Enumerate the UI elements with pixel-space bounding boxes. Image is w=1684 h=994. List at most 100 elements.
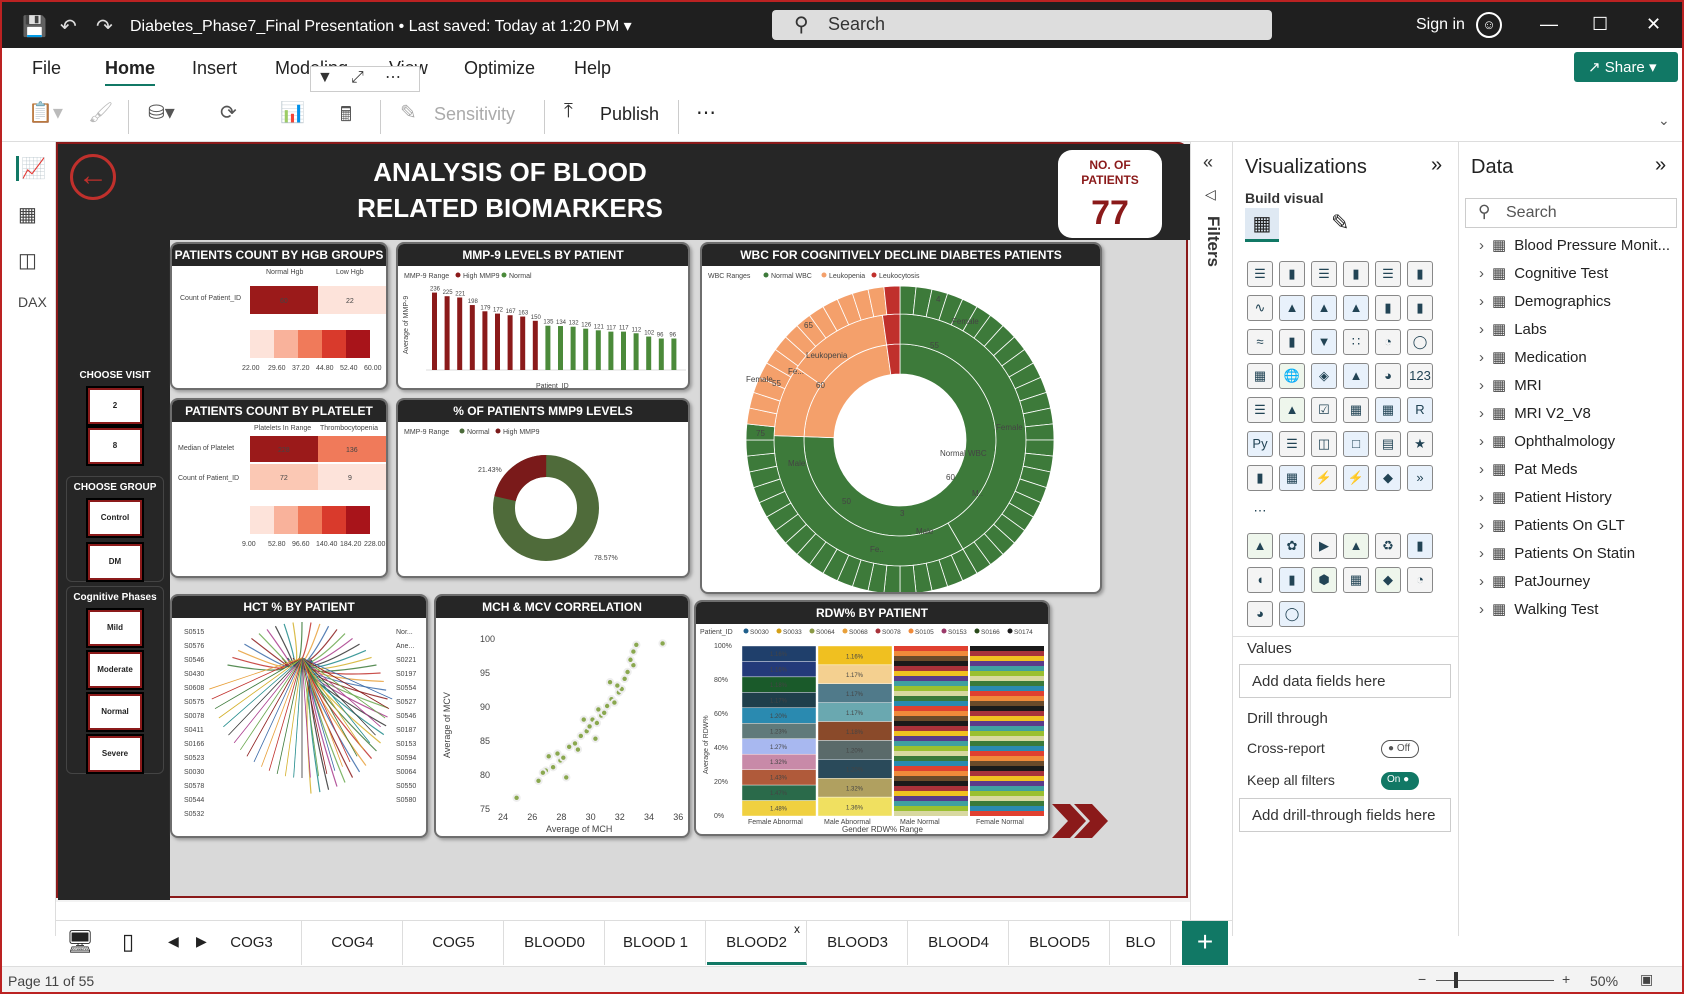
custom-visual-8-icon[interactable]: ▮ <box>1279 567 1305 593</box>
page-tab[interactable]: BLO <box>1111 921 1171 965</box>
cross-report-toggle[interactable]: ● Off <box>1381 740 1419 758</box>
chevron-visual-icon[interactable]: » <box>1407 465 1433 491</box>
more-visuals-icon[interactable]: ⋯ <box>1247 499 1273 525</box>
paste-icon[interactable]: 📋▾ <box>28 100 63 125</box>
custom-visual-2-icon[interactable]: ✿ <box>1279 533 1305 559</box>
report-icon[interactable]: ▮ <box>1247 465 1273 491</box>
slicer-icon[interactable]: ☑ <box>1311 397 1337 423</box>
mobile-layout-icon[interactable]: ▯ <box>122 929 134 955</box>
paginated-icon[interactable]: ▤ <box>1375 431 1401 457</box>
card-icon[interactable]: 123 <box>1407 363 1433 389</box>
platelet-card[interactable]: PATIENTS COUNT BY PLATELET RANGE Platele… <box>170 398 388 578</box>
desktop-layout-icon[interactable]: 🖥 <box>66 929 94 955</box>
publish-icon[interactable]: ⤒ <box>564 100 573 123</box>
data-table-item[interactable]: › ▦ Medication <box>1479 348 1675 366</box>
funnel-icon[interactable]: ▼ <box>1311 329 1337 355</box>
menu-home[interactable]: Home <box>105 58 156 87</box>
fit-page-icon[interactable]: ▣ <box>1640 971 1653 988</box>
minimize-icon[interactable]: — <box>1540 14 1558 35</box>
visit-slicer-item[interactable]: 2 <box>86 386 144 426</box>
mch-card[interactable]: MCH & MCV CORRELATION Average of MCH Ave… <box>434 594 690 838</box>
page-tab[interactable]: BLOOD3 <box>808 921 908 965</box>
stacked-column-icon[interactable]: ▮ <box>1279 261 1305 287</box>
data-table-item[interactable]: › ▦ MRI <box>1479 376 1675 394</box>
filter-icon[interactable]: ▼ <box>317 69 333 87</box>
zoom-slider-thumb[interactable] <box>1454 972 1458 988</box>
scatter-icon[interactable]: ∷ <box>1343 329 1369 355</box>
goals-icon[interactable]: ★ <box>1407 431 1433 457</box>
line-chart-icon[interactable]: ∿ <box>1247 295 1273 321</box>
keep-filters-toggle[interactable]: On ● <box>1381 772 1419 790</box>
data-table-item[interactable]: › ▦ PatJourney <box>1479 572 1675 590</box>
page-tab[interactable]: BLOOD4 <box>909 921 1009 965</box>
report-canvas[interactable]: ← CHOOSE VISIT 2 8 CHOOSE GROUP Control … <box>56 142 1190 902</box>
ribbon-chart-icon[interactable]: ≈ <box>1247 329 1273 355</box>
save-icon[interactable]: 💾 <box>22 14 47 39</box>
group-slicer-item[interactable]: DM <box>86 542 144 582</box>
prev-page-icon[interactable]: ◀ <box>168 933 179 950</box>
filled-map-icon[interactable]: ◈ <box>1311 363 1337 389</box>
model-view-icon[interactable]: ◫ <box>18 248 37 273</box>
next-page-arrows[interactable] <box>1052 804 1116 838</box>
custom-visual-4-icon[interactable]: ▲ <box>1343 533 1369 559</box>
phase-slicer-item[interactable]: Severe <box>86 734 144 774</box>
dax-view-icon[interactable]: DAX <box>18 294 47 310</box>
custom-visual-3-icon[interactable]: ▶ <box>1311 533 1337 559</box>
custom-visual-12-icon[interactable]: ◔ <box>1407 567 1433 593</box>
undo-icon[interactable]: ↶ <box>60 14 77 39</box>
data-table-item[interactable]: › ▦ MRI V2_V8 <box>1479 404 1675 422</box>
data-search-input[interactable]: ⚲ Search <box>1465 198 1677 228</box>
filters-pane-collapsed[interactable]: « ◁ Filters <box>1190 142 1232 936</box>
100-area-icon[interactable]: ▲ <box>1343 295 1369 321</box>
hgb-card[interactable]: PATIENTS COUNT BY HGB GROUPS Normal Hgb … <box>170 242 388 390</box>
format-painter-icon[interactable]: 🖌 <box>88 100 113 125</box>
group-slicer-item[interactable]: Control <box>86 498 144 538</box>
python-visual-icon[interactable]: Py <box>1247 431 1273 457</box>
map-icon[interactable]: 🌐 <box>1279 363 1305 389</box>
table-icon[interactable]: ▦ <box>1343 397 1369 423</box>
qa-icon[interactable]: □ <box>1343 431 1369 457</box>
page-tab[interactable]: COG4 <box>303 921 403 965</box>
100-bar-icon[interactable]: ☰ <box>1375 261 1401 287</box>
visit-slicer-item[interactable]: 8 <box>86 426 144 466</box>
new-visual-icon[interactable]: 📊 <box>280 100 305 125</box>
patients-kpi-card[interactable]: NO. OF PATIENTS 77 <box>1058 150 1162 238</box>
search-input[interactable]: ⚲ Search <box>772 10 1272 40</box>
custom-visual-1-icon[interactable]: ▲ <box>1247 533 1273 559</box>
close-tab-icon[interactable]: x <box>794 907 800 951</box>
page-tab[interactable]: COG5 <box>404 921 504 965</box>
data-table-item[interactable]: › ▦ Cognitive Test <box>1479 264 1675 282</box>
page-tab[interactable]: BLOOD5 <box>1010 921 1110 965</box>
page-tab[interactable]: BLOOD 1 <box>606 921 706 965</box>
custom-visual-9-icon[interactable]: ⬢ <box>1311 567 1337 593</box>
kpi-icon[interactable]: ▲ <box>1279 397 1305 423</box>
page-tab[interactable]: COG3 <box>202 921 302 965</box>
wbc-card[interactable]: WBC FOR COGNITIVELY DECLINE DIABETES PAT… <box>700 242 1102 594</box>
data-table-item[interactable]: › ▦ Labs <box>1479 320 1675 338</box>
r-visual-icon[interactable]: R <box>1407 397 1433 423</box>
table-view-icon[interactable]: ▦ <box>18 202 37 227</box>
collapse-data-icon[interactable]: » <box>1655 154 1666 177</box>
more-options-icon[interactable]: ⋯ <box>696 100 716 125</box>
clustered-column-icon[interactable]: ▮ <box>1343 261 1369 287</box>
100-column-icon[interactable]: ▮ <box>1407 261 1433 287</box>
multirow-card-icon[interactable]: ☰ <box>1247 397 1273 423</box>
menu-insert[interactable]: Insert <box>192 58 237 79</box>
pie-icon[interactable]: ◔ <box>1375 329 1401 355</box>
area-chart-icon[interactable]: ▲ <box>1279 295 1305 321</box>
rdw-card[interactable]: RDW% BY PATIENT Patient_ID Gender RDW% R… <box>694 600 1050 836</box>
data-table-item[interactable]: › ▦ Blood Pressure Monit... <box>1479 236 1675 254</box>
custom-visual-13-icon[interactable]: ◕ <box>1247 601 1273 627</box>
menu-help[interactable]: Help <box>574 58 611 79</box>
custom-visual-7-icon[interactable]: ◖ <box>1247 567 1273 593</box>
data-table-item[interactable]: › ▦ Ophthalmology <box>1479 432 1675 450</box>
stacked-bar-icon[interactable]: ☰ <box>1247 261 1273 287</box>
data-table-item[interactable]: › ▦ Patients On Statin <box>1479 544 1675 562</box>
report-view-icon[interactable]: 📈 <box>16 156 46 181</box>
maximize-icon[interactable]: ☐ <box>1592 14 1608 35</box>
drill-through-drop-zone[interactable]: Add drill-through fields here <box>1239 798 1451 832</box>
page-tab[interactable]: BLOOD2 x <box>707 921 807 965</box>
clustered-bar-icon[interactable]: ☰ <box>1311 261 1337 287</box>
calculator-icon[interactable]: 🖩 <box>340 100 352 134</box>
mmp9-donut-card[interactable]: % OF PATIENTS MMP9 LEVELS MMP-9 Range No… <box>396 398 690 578</box>
